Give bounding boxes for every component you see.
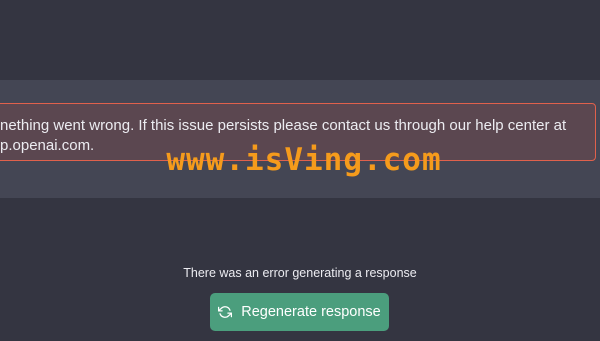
watermark-text: www.isVing.com [166, 142, 442, 178]
chat-page: nething went wrong. If this issue persis… [0, 0, 600, 341]
refresh-icon [218, 305, 233, 319]
regenerate-button-label: Regenerate response [241, 304, 381, 320]
regenerate-response-button[interactable]: Regenerate response [210, 293, 389, 331]
error-status-text: There was an error generating a response [183, 266, 417, 280]
